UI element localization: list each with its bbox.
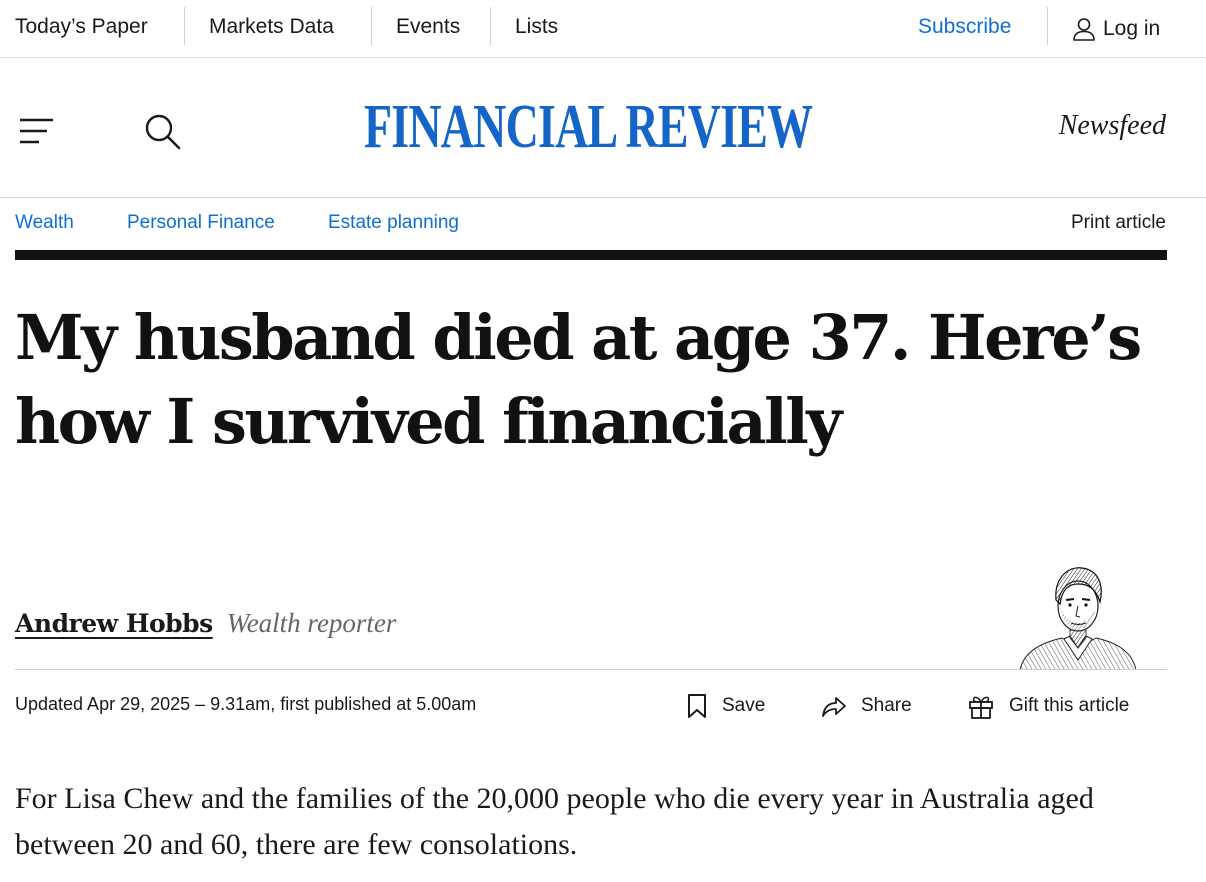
headline-line-1: My husband died at age 37. Here’s xyxy=(15,301,1142,374)
newsfeed-link[interactable]: Newsfeed xyxy=(1059,110,1166,142)
article-headline: My husband died at age 37. Here’s how I … xyxy=(15,296,1165,464)
save-button[interactable]: Save xyxy=(686,690,765,722)
masthead: FINANCIAL REVIEW Newsfeed xyxy=(0,58,1206,198)
lists-link[interactable]: Lists xyxy=(515,0,558,58)
search-button[interactable] xyxy=(144,113,182,151)
menu-icon xyxy=(20,118,53,144)
print-article-link[interactable]: Print article xyxy=(1071,212,1166,234)
top-utility-bar: Today’s Paper Markets Data Events Lists … xyxy=(0,0,1206,58)
byline: Andrew Hobbs Wealth reporter xyxy=(15,608,396,648)
divider xyxy=(371,7,372,45)
gift-label: Gift this article xyxy=(1009,695,1130,716)
markets-data-link[interactable]: Markets Data xyxy=(209,0,334,58)
author-portrait xyxy=(1019,567,1137,670)
share-arrow-icon xyxy=(822,697,846,717)
share-label: Share xyxy=(861,695,912,716)
divider xyxy=(184,7,185,45)
events-link[interactable]: Events xyxy=(396,0,460,58)
divider xyxy=(1047,7,1048,45)
search-icon xyxy=(145,114,181,150)
author-name-link[interactable]: Andrew Hobbs xyxy=(15,609,213,638)
breadcrumb-personal-finance[interactable]: Personal Finance xyxy=(127,212,275,234)
save-label: Save xyxy=(722,695,766,716)
gift-icon xyxy=(969,696,993,719)
byline-rule xyxy=(15,669,1167,670)
breadcrumb-wealth[interactable]: Wealth xyxy=(15,212,74,234)
todays-paper-link[interactable]: Today’s Paper xyxy=(15,0,148,58)
login-button[interactable]: Log in xyxy=(1071,0,1160,58)
login-label: Log in xyxy=(1103,17,1161,40)
article-lede: For Lisa Chew and the families of the 20… xyxy=(15,782,1094,861)
divider xyxy=(490,7,491,45)
breadcrumb-estate-planning[interactable]: Estate planning xyxy=(328,212,459,234)
headline-line-2: how I survived financially xyxy=(15,385,842,458)
subscribe-link[interactable]: Subscribe xyxy=(918,0,1011,58)
article-dateline: Updated Apr 29, 2025 – 9.31am, first pub… xyxy=(15,694,477,714)
financial-review-logo[interactable]: FINANCIAL REVIEW xyxy=(364,92,813,162)
section-breadcrumb: Wealth Personal Finance Estate planning … xyxy=(0,198,1206,250)
menu-button[interactable] xyxy=(20,117,54,145)
author-role: Wealth reporter xyxy=(226,608,397,638)
share-button[interactable]: Share xyxy=(821,690,912,722)
user-icon xyxy=(1073,18,1095,41)
gift-article-button[interactable]: Gift this article xyxy=(967,690,1129,722)
section-rule xyxy=(15,250,1167,260)
bookmark-icon xyxy=(688,694,706,718)
